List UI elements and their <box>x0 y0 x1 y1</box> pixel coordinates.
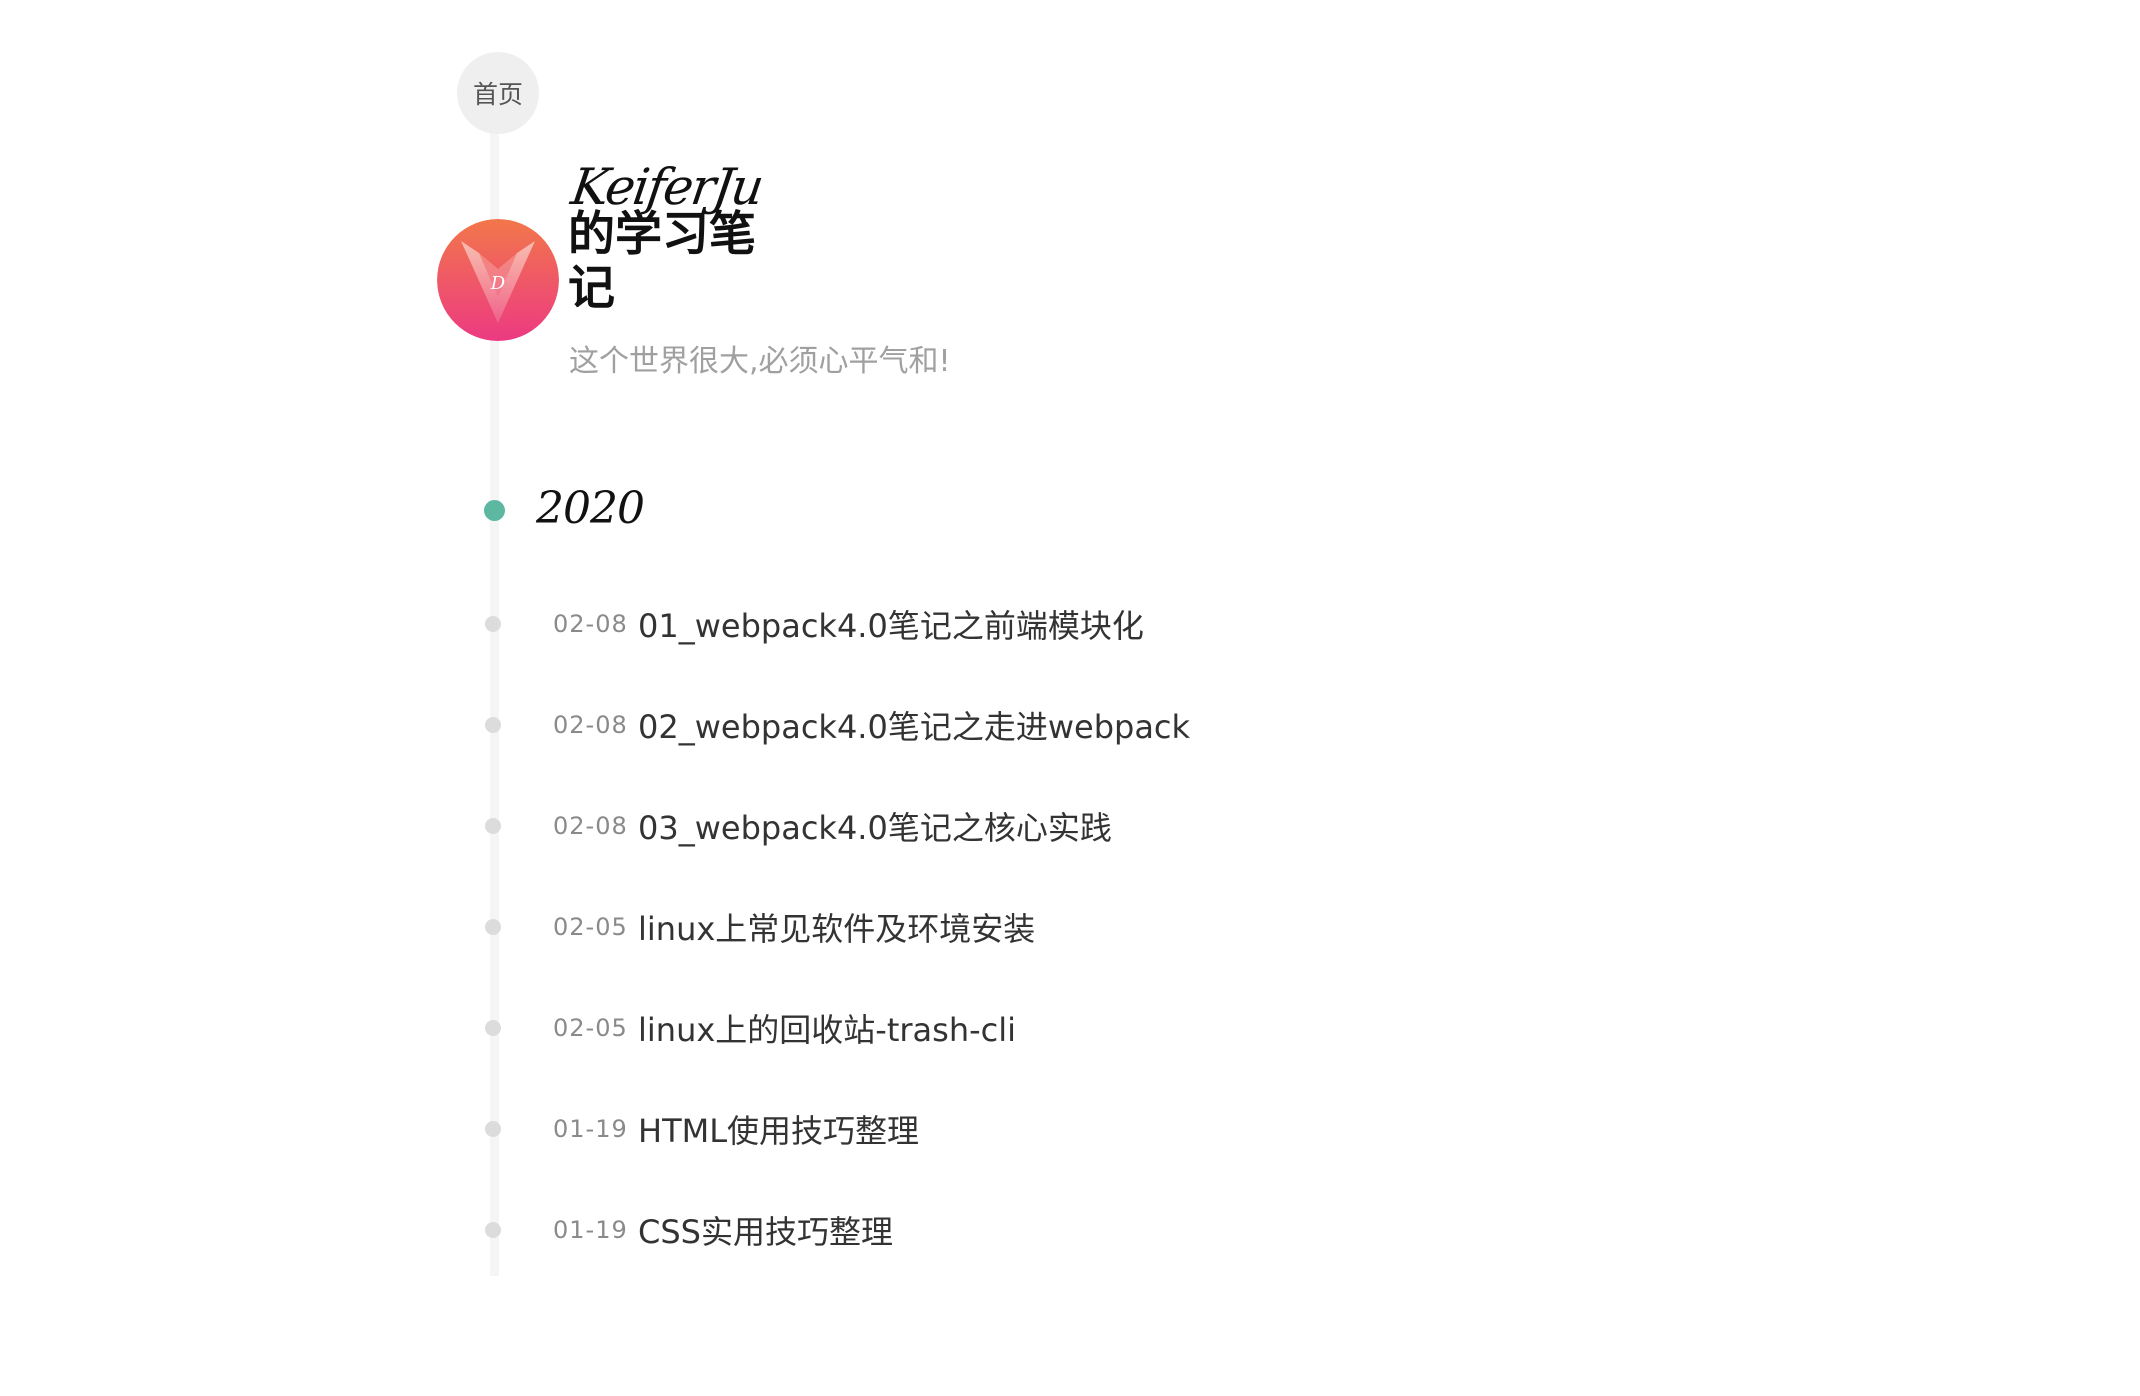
post-date: 01-19 <box>553 1115 628 1143</box>
archive-page: 首页 D KeiferJu 的学习笔记 这个世界很大,必须心平气和! 2020 … <box>0 0 2140 1396</box>
post-date: 02-08 <box>553 812 628 840</box>
post-title-link[interactable]: linux上常见软件及环境安装 <box>638 904 1035 950</box>
post-date: 01-19 <box>553 1216 628 1244</box>
post-title-link[interactable]: 03_webpack4.0笔记之核心实践 <box>638 803 1112 849</box>
blog-tagline: 这个世界很大,必须心平气和! <box>569 344 951 379</box>
post-dot <box>485 1222 501 1238</box>
year-label: 2020 <box>536 483 645 534</box>
year-dot <box>484 500 505 521</box>
home-label: 首页 <box>472 80 523 109</box>
post-dot <box>485 919 501 935</box>
post-dot <box>485 717 501 733</box>
post-item[interactable]: 01-19 CSS实用技巧整理 <box>485 1205 893 1255</box>
post-item[interactable]: 02-05 linux上常见软件及环境安装 <box>485 902 1035 952</box>
post-dot <box>485 1121 501 1137</box>
post-item[interactable]: 02-05 linux上的回收站-trash-cli <box>485 1003 1016 1053</box>
avatar-logo-icon: D <box>437 219 559 341</box>
post-title-link[interactable]: 01_webpack4.0笔记之前端模块化 <box>638 601 1144 647</box>
blog-title[interactable]: KeiferJu 的学习笔记 <box>568 158 788 316</box>
post-title-link[interactable]: linux上的回收站-trash-cli <box>638 1005 1016 1051</box>
post-title-link[interactable]: 02_webpack4.0笔记之走进webpack <box>638 702 1190 748</box>
blog-title-cn: 的学习笔记 <box>568 207 756 316</box>
post-dot <box>485 616 501 632</box>
post-date: 02-05 <box>553 913 628 941</box>
post-dot <box>485 1020 501 1036</box>
avatar[interactable]: D <box>437 219 559 341</box>
home-button[interactable]: 首页 <box>457 52 539 134</box>
post-title-link[interactable]: HTML使用技巧整理 <box>638 1106 919 1152</box>
post-item[interactable]: 01-19 HTML使用技巧整理 <box>485 1104 919 1154</box>
post-date: 02-05 <box>553 1014 628 1042</box>
post-title-link[interactable]: CSS实用技巧整理 <box>638 1207 893 1253</box>
post-date: 02-08 <box>553 610 628 638</box>
blog-title-script: KeiferJu <box>567 158 766 216</box>
avatar-letter: D <box>490 273 506 294</box>
post-item[interactable]: 02-08 01_webpack4.0笔记之前端模块化 <box>485 599 1144 649</box>
post-date: 02-08 <box>553 711 628 739</box>
post-dot <box>485 818 501 834</box>
post-item[interactable]: 02-08 02_webpack4.0笔记之走进webpack <box>485 700 1190 750</box>
post-item[interactable]: 02-08 03_webpack4.0笔记之核心实践 <box>485 801 1112 851</box>
